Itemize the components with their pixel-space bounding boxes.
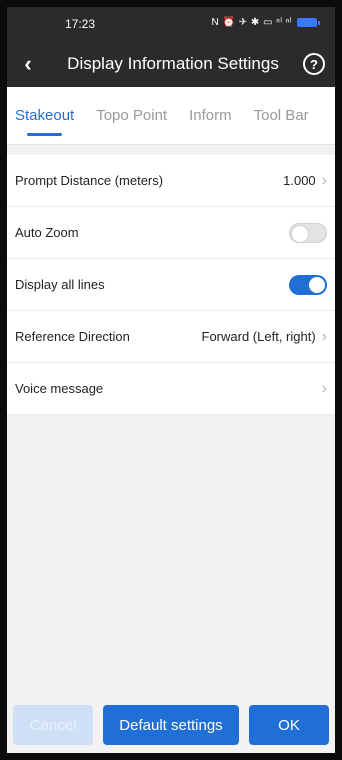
display-all-lines-label: Display all lines <box>15 277 105 292</box>
settings-list: Prompt Distance (meters) 1.000 › Auto Zo… <box>7 155 335 415</box>
prompt-distance-label: Prompt Distance (meters) <box>15 173 164 188</box>
help-icon: ? <box>310 56 318 72</box>
back-button[interactable]: ‹ <box>7 41 49 87</box>
help-button[interactable]: ? <box>303 53 325 75</box>
reference-direction-label: Reference Direction <box>15 329 130 344</box>
reference-direction-value: Forward (Left, right) <box>201 329 316 344</box>
tab-inform[interactable]: Inform <box>189 107 232 124</box>
status-icons-text: N ⏰ ✈ ✱ ▭ ⁿˡ ⁿˡ <box>211 17 292 28</box>
auto-zoom-row: Auto Zoom <box>7 207 335 259</box>
prompt-distance-value: 1.000 <box>283 173 316 188</box>
tab-topo-point[interactable]: Topo Point <box>96 107 167 124</box>
voice-message-label: Voice message <box>15 381 104 396</box>
ok-button[interactable]: OK <box>249 705 329 745</box>
toggle-knob <box>309 276 325 293</box>
footer-bar: Cancel Default settings OK <box>7 697 335 753</box>
reference-direction-value-group: Forward (Left, right) › <box>202 328 327 346</box>
voice-message-row[interactable]: Voice message › <box>7 363 335 415</box>
battery-icon <box>297 18 320 27</box>
toggle-knob <box>292 225 308 242</box>
default-settings-button[interactable]: Default settings <box>103 705 239 745</box>
reference-direction-row[interactable]: Reference Direction Forward (Left, right… <box>7 311 335 363</box>
status-bar: 17:23 N ⏰ ✈ ✱ ▭ ⁿˡ ⁿˡ <box>7 7 335 41</box>
display-all-lines-row: Display all lines <box>7 259 335 311</box>
tab-tool-bar[interactable]: Tool Bar <box>254 107 309 124</box>
page-title: Display Information Settings <box>67 54 279 73</box>
status-time: 17:23 <box>65 17 96 31</box>
back-icon: ‹ <box>24 51 32 76</box>
top-bar: 17:23 N ⏰ ✈ ✱ ▭ ⁿˡ ⁿˡ ‹ Display Informat… <box>7 7 335 87</box>
cancel-button[interactable]: Cancel <box>13 705 93 745</box>
chevron-right-icon: › <box>321 327 327 345</box>
chevron-right-icon: › <box>321 171 327 189</box>
prompt-distance-value-group: 1.000 › <box>283 172 327 190</box>
tab-bar: Stakeout Topo Point Inform Tool Bar <box>7 87 335 145</box>
auto-zoom-label: Auto Zoom <box>15 225 79 240</box>
tab-stakeout[interactable]: Stakeout <box>15 107 74 136</box>
device-frame: 17:23 N ⏰ ✈ ✱ ▭ ⁿˡ ⁿˡ ‹ Display Informat… <box>0 0 342 760</box>
auto-zoom-toggle[interactable] <box>289 222 327 243</box>
prompt-distance-row[interactable]: Prompt Distance (meters) 1.000 › <box>7 155 335 207</box>
chevron-right-icon: › <box>321 379 327 397</box>
header: ‹ Display Information Settings ? <box>7 41 335 87</box>
status-icons: N ⏰ ✈ ✱ ▭ ⁿˡ ⁿˡ <box>211 17 320 28</box>
display-all-lines-toggle[interactable] <box>289 274 327 295</box>
